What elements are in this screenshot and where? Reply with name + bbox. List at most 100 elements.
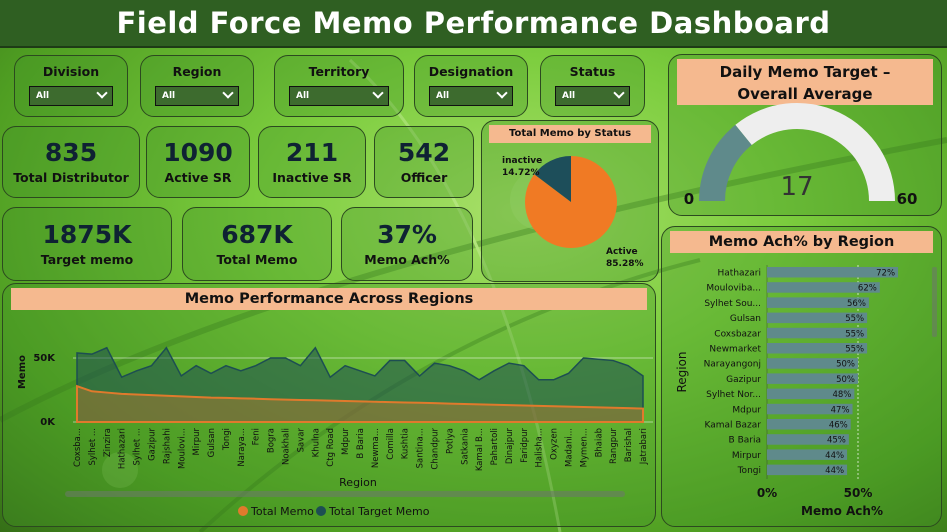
bar-value-label: 55%: [845, 329, 864, 339]
kpi-label: Total Memo: [216, 251, 298, 267]
kpi-label: Officer: [400, 169, 448, 185]
bars-group: Hathazari 72% Mouloviba... 62% Sylhet Sou...…: [704, 267, 899, 476]
x-tick-label: Gulsan: [207, 428, 217, 457]
gauge-chart: 17 0 60: [684, 103, 918, 208]
kpi-memo-ach: 37% Memo Ach%: [341, 207, 473, 281]
filter-region[interactable]: Region All: [140, 55, 254, 117]
gauge-card: Daily Memo Target – Overall Average 17 0…: [668, 54, 942, 216]
x-tick-label: Rajshahi: [162, 428, 172, 464]
pie-chart: inactive 14.72% Active 85.28%: [502, 156, 644, 269]
filter-territory-select[interactable]: All: [289, 86, 389, 106]
x-tick-label: Ctg Road: [326, 428, 336, 467]
x-tick-label: Tongi: [222, 428, 232, 451]
kpi-label: Total Distributor: [13, 169, 129, 185]
kpi-value: 37%: [377, 220, 437, 250]
kpi-value: 687K: [221, 220, 293, 250]
chevron-down-icon: [96, 87, 108, 99]
bar-value-label: 47%: [831, 405, 850, 415]
category-label: Tongi: [737, 466, 761, 476]
category-label: Sylhet Nor...: [706, 390, 761, 400]
pie-active-pct: 85.28%: [606, 259, 644, 269]
y-tick-label: 0K: [40, 417, 56, 428]
bar-value-label: 72%: [876, 269, 895, 279]
pie-active-label: Active: [606, 247, 638, 257]
kpi-total-distributor: 835 Total Distributor: [2, 126, 140, 198]
category-label: Mdpur: [732, 405, 761, 415]
category-label: B Baria: [729, 436, 761, 446]
horizontal-scrollbar[interactable]: [65, 491, 625, 497]
bar-value-label: 45%: [827, 436, 846, 446]
filter-territory-label: Territory: [308, 64, 370, 79]
category-label: Narayangonj: [704, 360, 761, 370]
filter-designation[interactable]: Designation All: [414, 55, 528, 117]
x-tick-label: Sylhet ...: [88, 428, 98, 466]
gauge-value: 17: [780, 172, 813, 202]
area-card: Memo Performance Across Regions 50K 0K M…: [2, 283, 656, 527]
kpi-total-memo: 687K Total Memo: [182, 207, 332, 281]
x-tick-label: Coxsba...: [73, 428, 83, 467]
x-tick-label: Mirpur: [192, 427, 202, 455]
x-tick-label: Mdpur: [341, 428, 351, 456]
y-axis-label: Region: [675, 351, 689, 392]
x-tick-label: Khulna: [311, 428, 321, 457]
x-tick-label: Bhaiab: [594, 428, 604, 457]
x-tick-label: Bogra: [267, 428, 277, 453]
x-tick-label: Dinajpur: [505, 428, 515, 465]
filter-division-select[interactable]: All: [29, 86, 113, 106]
filter-territory[interactable]: Territory All: [274, 55, 404, 117]
filter-region-select[interactable]: All: [155, 86, 239, 106]
page-title: Field Force Memo Performance Dashboard: [116, 6, 831, 40]
x-tick-label: B Baria: [356, 428, 366, 459]
x-tick-label: Comilla: [386, 428, 396, 460]
bar-value-label: 56%: [847, 299, 866, 309]
category-label: Gulsan: [730, 314, 761, 324]
x-tick-label: Newma...: [371, 428, 381, 468]
filter-status-select[interactable]: All: [555, 86, 630, 106]
dashboard-header: Field Force Memo Performance Dashboard: [0, 0, 947, 48]
chevron-down-icon: [496, 87, 508, 99]
x-tick-labels: Coxsba... Sylhet ... Zinzira Hathazari Sylhe…: [73, 427, 649, 471]
legend-marker-total-memo: [238, 506, 248, 516]
kpi-label: Target memo: [40, 251, 134, 267]
category-label: Hathazari: [718, 269, 761, 279]
kpi-value: 1875K: [42, 220, 132, 250]
filter-designation-select[interactable]: All: [429, 86, 513, 106]
bar-value-label: 44%: [825, 466, 844, 476]
x-tick-label: Satkania: [460, 428, 470, 465]
pie-card: Total Memo by Status inactive 14.72% Act…: [481, 120, 659, 282]
bar-value-label: 62%: [858, 284, 877, 294]
kpi-label: Memo Ach%: [364, 251, 450, 267]
x-tick-label: Pahartoli: [490, 428, 500, 465]
kpi-inactive-sr: 211 Inactive SR: [258, 126, 366, 198]
bar-value-label: 48%: [832, 390, 851, 400]
x-tick-label: Kamal B...: [475, 428, 485, 471]
pie-inactive-label: inactive: [502, 156, 542, 166]
filter-designation-label: Designation: [428, 64, 514, 79]
filter-division[interactable]: Division All: [14, 55, 128, 117]
category-label: Mirpur: [732, 451, 761, 461]
x-tick-label: Zinzira: [103, 428, 113, 457]
bar-value-label: 46%: [829, 421, 848, 431]
chevron-down-icon: [372, 87, 384, 99]
filter-status[interactable]: Status All: [540, 55, 645, 117]
kpi-label: Inactive SR: [272, 169, 352, 185]
chevron-down-icon: [222, 87, 234, 99]
kpi-value: 1090: [163, 138, 233, 168]
x-tick-label: Potiya: [445, 428, 455, 454]
vertical-scrollbar[interactable]: [932, 267, 937, 337]
gauge-max: 60: [897, 190, 918, 208]
x-tick-label: Jatrabari: [639, 428, 649, 465]
legend-total-memo: Total Memo: [250, 505, 314, 518]
area-chart: 50K 0K Memo Coxsba... Sylhet ... Zinzira Ha…: [17, 346, 653, 518]
x-tick-label: Naraya...: [237, 428, 247, 467]
filter-region-label: Region: [172, 64, 222, 79]
category-label: Sylhet Sou...: [704, 299, 761, 309]
category-label: Gazipur: [726, 375, 761, 385]
bar-value-label: 55%: [845, 314, 864, 324]
x-tick-label: Rangpur: [609, 428, 619, 464]
x-tick-label: Madani...: [565, 428, 575, 467]
filter-status-label: Status: [569, 64, 616, 79]
x-tick-label: Moulovi...: [177, 428, 187, 469]
category-label: Coxsbazar: [714, 329, 761, 339]
category-label: Kamal Bazar: [704, 421, 761, 431]
